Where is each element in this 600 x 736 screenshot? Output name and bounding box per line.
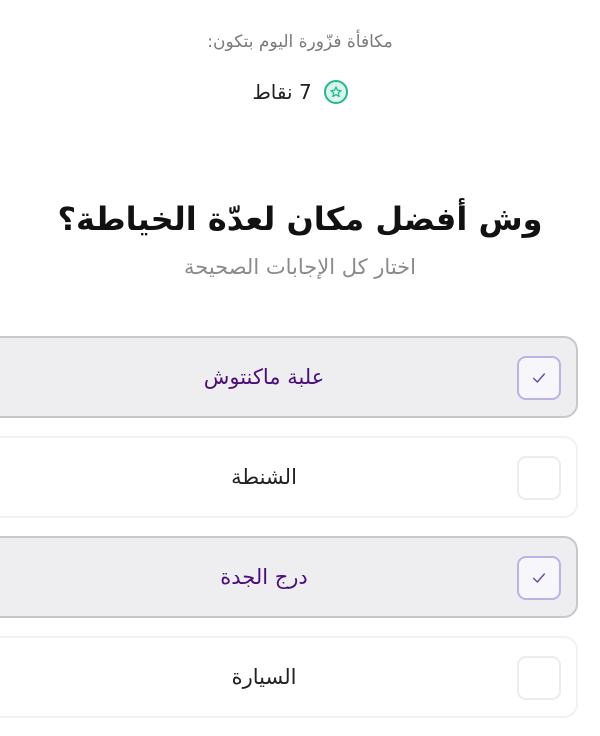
- reward-row: 7 نقاط: [0, 80, 600, 104]
- answer-option-1[interactable]: علبة ماكنتوش: [0, 336, 578, 418]
- checkbox-unchecked[interactable]: [517, 456, 561, 500]
- answer-option-label: الشنطة: [231, 465, 297, 489]
- answer-option-2[interactable]: الشنطة: [0, 436, 578, 518]
- check-icon: [532, 573, 546, 583]
- check-icon: [532, 373, 546, 383]
- answer-option-3[interactable]: درج الجدة: [0, 536, 578, 618]
- answer-option-label: علبة ماكنتوش: [203, 365, 325, 389]
- answer-option-4[interactable]: السيارة: [0, 636, 578, 718]
- question-title: وش أفضل مكان لعدّة الخياطة؟: [57, 200, 543, 238]
- checkbox-unchecked[interactable]: [517, 656, 561, 700]
- reward-points: 7 نقاط: [252, 80, 312, 104]
- checkbox-checked[interactable]: [517, 356, 561, 400]
- answer-options: علبة ماكنتوش الشنطة درج الجدة السيارة: [0, 336, 578, 736]
- question-subtitle: اختار كل الإجابات الصحيحة: [184, 255, 416, 279]
- checkbox-checked[interactable]: [517, 556, 561, 600]
- reward-label: مكافأة فزّورة اليوم بتكون:: [207, 32, 393, 52]
- answer-option-label: درج الجدة: [220, 565, 308, 589]
- answer-option-label: السيارة: [231, 665, 297, 689]
- star-badge-icon: [323, 80, 348, 104]
